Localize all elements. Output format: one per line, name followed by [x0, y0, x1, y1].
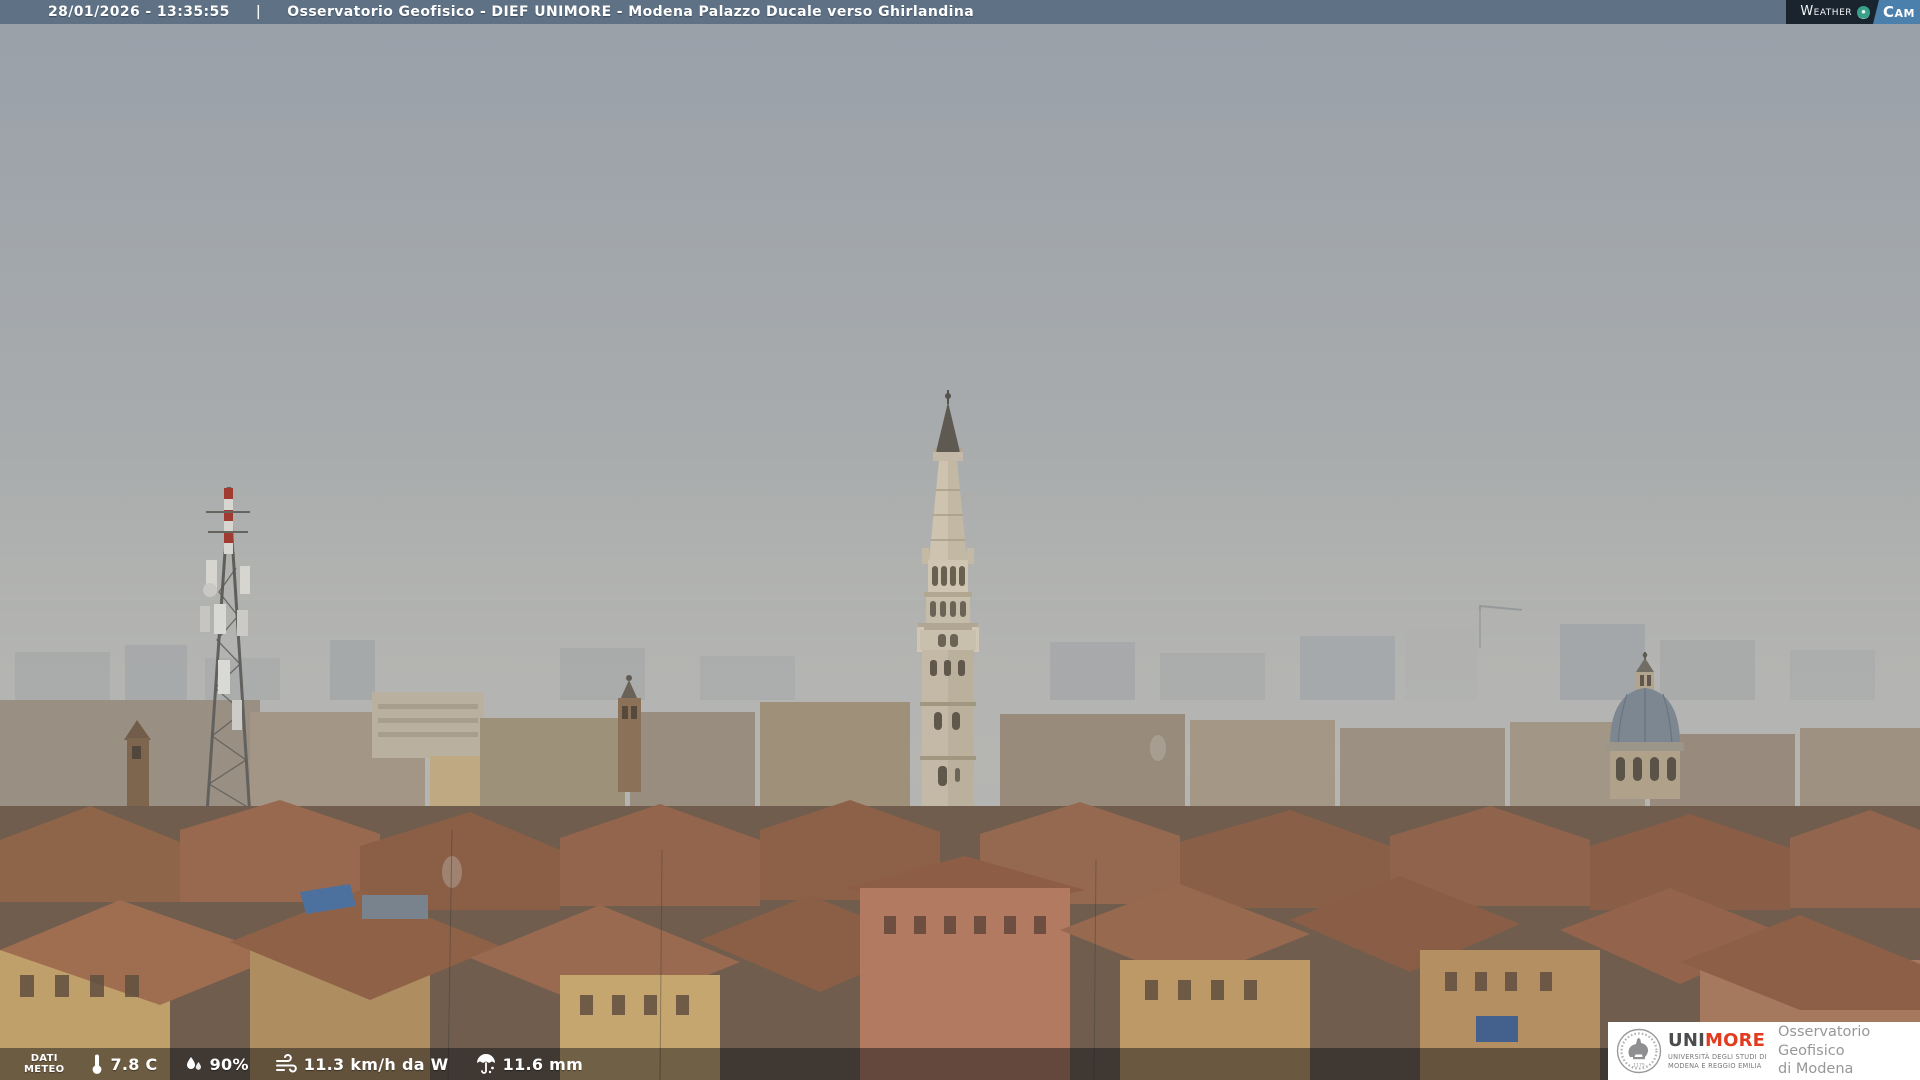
unimore-name-more: MORE	[1704, 1030, 1766, 1052]
humidity-value: 90%	[209, 1054, 249, 1074]
weathercam-cam-badge: Cam	[1873, 0, 1920, 24]
weathercam-logo: Weather Cam	[1786, 0, 1920, 24]
unimore-name: UNIMORE	[1668, 1032, 1770, 1050]
weathercam-weather-label: Weather	[1800, 4, 1853, 19]
camera-title: Osservatorio Geofisico - DIEF UNIMORE - …	[287, 4, 975, 20]
wind-icon	[275, 1054, 297, 1073]
seal-year: 1175	[1633, 1063, 1645, 1069]
city-panorama	[0, 0, 1920, 1080]
datetime-text: 28/01/2026 - 13:35:55	[48, 4, 230, 20]
unimore-seal-icon: 1175	[1616, 1028, 1662, 1074]
wind-reading: 11.3 km/h da W	[275, 1054, 449, 1074]
observatory-name: Osservatorio Geofisico di Modena	[1778, 1023, 1920, 1080]
wind-value: 11.3 km/h da W	[303, 1054, 449, 1074]
header-separator: |	[255, 4, 262, 20]
unimore-name-uni: UNI	[1668, 1030, 1705, 1052]
foreground-rooftops	[0, 600, 1920, 1080]
meteo-label-line2: METEO	[24, 1064, 65, 1075]
webcam-frame: 28/01/2026 - 13:35:55 | Osservatorio Geo…	[0, 0, 1920, 1080]
header-bar: 28/01/2026 - 13:35:55 | Osservatorio Geo…	[0, 0, 1920, 24]
university-subtitle: UNIVERSITÀ DEGLI STUDI DI MODENA E REGGI…	[1668, 1053, 1770, 1069]
weathercam-cam-label: Cam	[1883, 3, 1915, 21]
weathercam-lens-icon	[1857, 5, 1871, 19]
humidity-icon	[186, 1057, 201, 1070]
temperature-reading: 7.8 C	[90, 1053, 157, 1075]
meteo-label: DATI METEO	[24, 1053, 64, 1076]
university-subtitle-line2: MODENA E REGGIO EMILIA	[1668, 1061, 1762, 1070]
humidity-reading: 90%	[184, 1054, 249, 1074]
unimore-panel: 1175 UNIMORE UNIVERSITÀ DEGLI STUDI DI M…	[1608, 1022, 1920, 1080]
rain-value: 11.6 mm	[502, 1054, 584, 1074]
unimore-wordmark: UNIMORE UNIVERSITÀ DEGLI STUDI DI MODENA…	[1668, 1032, 1770, 1070]
observatory-name-line2: di Modena	[1778, 1061, 1854, 1078]
rain-icon	[476, 1053, 495, 1074]
temperature-value: 7.8 C	[110, 1054, 158, 1074]
meteo-label-line1: DATI	[30, 1052, 58, 1064]
thermometer-icon	[93, 1054, 102, 1074]
rain-reading: 11.6 mm	[475, 1053, 584, 1075]
observatory-name-line1: Osservatorio Geofisico	[1778, 1023, 1871, 1059]
university-subtitle-line1: UNIVERSITÀ DEGLI STUDI DI	[1668, 1053, 1767, 1062]
